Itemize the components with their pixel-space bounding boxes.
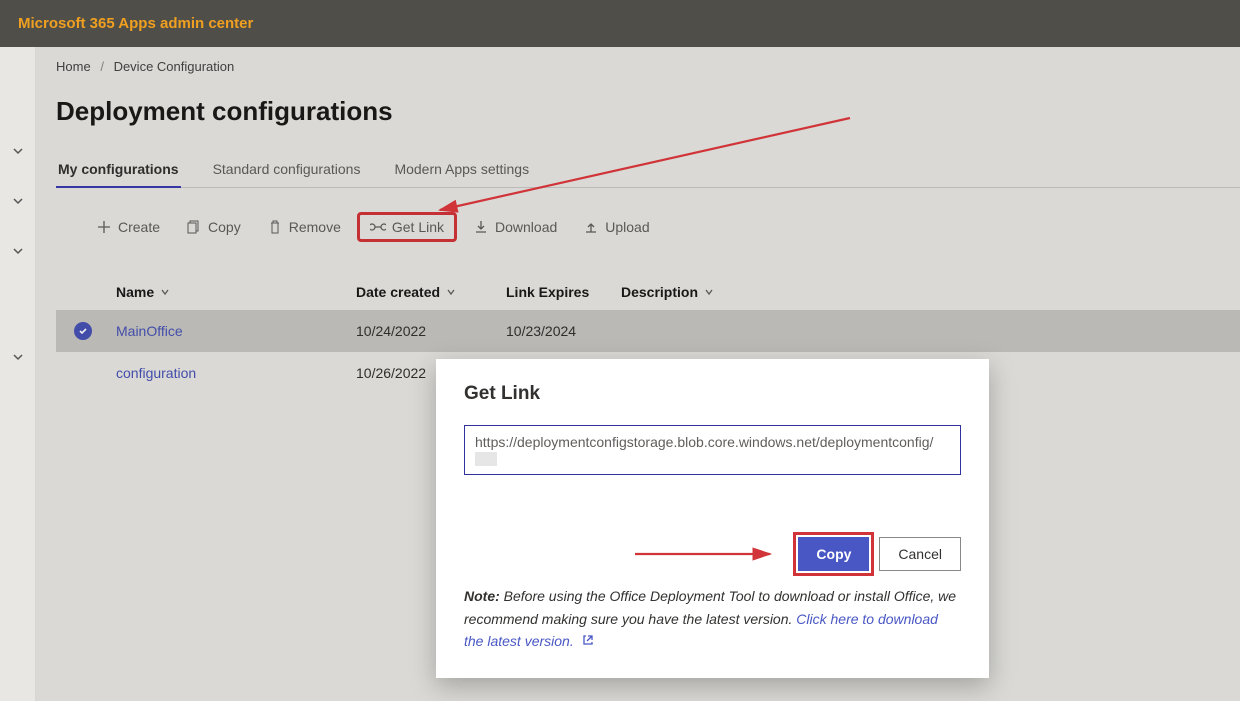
nav-expand-1[interactable] bbox=[4, 137, 32, 165]
remove-button[interactable]: Remove bbox=[257, 213, 351, 241]
breadcrumb-current: Device Configuration bbox=[114, 59, 235, 74]
download-icon bbox=[473, 219, 489, 235]
download-label: Download bbox=[495, 219, 557, 235]
copy-label: Copy bbox=[208, 219, 241, 235]
tab-modern-apps-settings[interactable]: Modern Apps settings bbox=[392, 151, 531, 187]
top-banner: Microsoft 365 Apps admin center bbox=[0, 0, 1240, 47]
row-name[interactable]: MainOffice bbox=[116, 323, 356, 339]
modal-note: Note: Before using the Office Deployment… bbox=[464, 585, 961, 652]
cancel-button[interactable]: Cancel bbox=[879, 537, 961, 571]
chevron-down-icon bbox=[446, 287, 456, 297]
nav-expand-3[interactable] bbox=[4, 237, 32, 265]
get-link-button[interactable]: Get Link bbox=[357, 212, 457, 242]
plus-icon bbox=[96, 219, 112, 235]
table-row[interactable]: MainOffice 10/24/2022 10/23/2024 bbox=[56, 310, 1240, 352]
breadcrumb: Home / Device Configuration bbox=[56, 59, 1240, 74]
col-date[interactable]: Date created bbox=[356, 284, 506, 300]
link-url-redacted bbox=[475, 452, 497, 466]
nav-expand-4[interactable] bbox=[4, 343, 32, 371]
col-expires[interactable]: Link Expires bbox=[506, 284, 621, 300]
row-selected-icon bbox=[74, 322, 92, 340]
chevron-down-icon bbox=[160, 287, 170, 297]
banner-title: Microsoft 365 Apps admin center bbox=[18, 15, 253, 32]
table-header: Name Date created Link Expires Descripti… bbox=[56, 274, 1240, 310]
get-link-label: Get Link bbox=[392, 219, 444, 235]
remove-label: Remove bbox=[289, 219, 341, 235]
download-button[interactable]: Download bbox=[463, 213, 567, 241]
create-label: Create bbox=[118, 219, 160, 235]
chevron-down-icon bbox=[704, 287, 714, 297]
copy-link-button[interactable]: Copy bbox=[798, 537, 869, 571]
page-title: Deployment configurations bbox=[56, 96, 1240, 127]
external-link-icon bbox=[582, 634, 594, 646]
row-name[interactable]: configuration bbox=[116, 365, 356, 381]
annotation-arrow-copy bbox=[630, 544, 780, 564]
upload-label: Upload bbox=[605, 219, 649, 235]
breadcrumb-sep: / bbox=[100, 59, 104, 74]
left-nav-rail bbox=[0, 47, 36, 701]
upload-button[interactable]: Upload bbox=[573, 213, 659, 241]
link-url-text: https://deploymentconfigstorage.blob.cor… bbox=[475, 434, 933, 450]
upload-icon bbox=[583, 219, 599, 235]
tab-my-configurations[interactable]: My configurations bbox=[56, 151, 181, 187]
breadcrumb-home[interactable]: Home bbox=[56, 59, 91, 74]
note-prefix: Note: bbox=[464, 588, 500, 604]
create-button[interactable]: Create bbox=[86, 213, 170, 241]
copy-button[interactable]: Copy bbox=[176, 213, 251, 241]
tab-standard-configurations[interactable]: Standard configurations bbox=[211, 151, 363, 187]
command-bar: Create Copy Remove Get Link bbox=[56, 202, 1240, 252]
modal-title: Get Link bbox=[464, 383, 961, 405]
col-name[interactable]: Name bbox=[116, 284, 356, 300]
tabs: My configurations Standard configuration… bbox=[56, 151, 1240, 188]
col-description[interactable]: Description bbox=[621, 284, 1240, 300]
link-icon bbox=[370, 219, 386, 235]
trash-icon bbox=[267, 219, 283, 235]
row-date: 10/24/2022 bbox=[356, 323, 506, 339]
copy-icon bbox=[186, 219, 202, 235]
nav-expand-2[interactable] bbox=[4, 187, 32, 215]
get-link-modal: Get Link https://deploymentconfigstorage… bbox=[436, 359, 989, 678]
row-expires: 10/23/2024 bbox=[506, 323, 621, 339]
link-url-field[interactable]: https://deploymentconfigstorage.blob.cor… bbox=[464, 425, 961, 475]
